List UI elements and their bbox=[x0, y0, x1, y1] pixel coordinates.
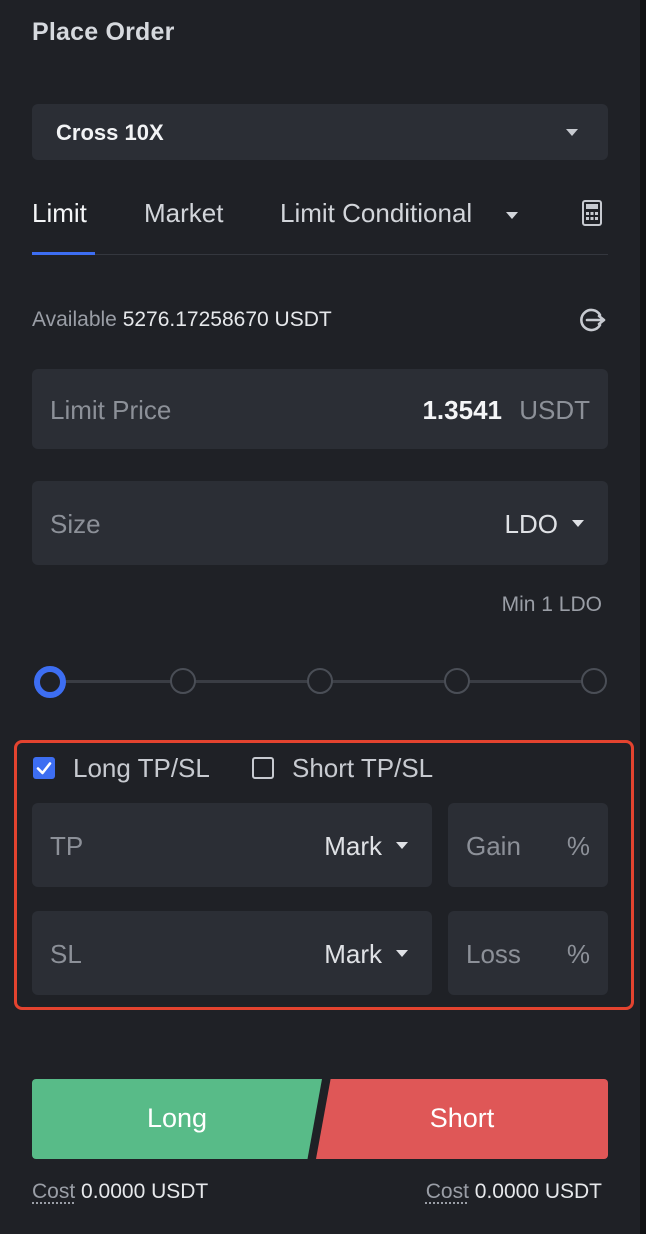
panel-divider bbox=[640, 0, 646, 1234]
transfer-icon[interactable] bbox=[578, 306, 606, 334]
sl-placeholder: SL bbox=[50, 939, 82, 969]
place-order-panel: Place Order Cross 10X Limit Market Limit… bbox=[0, 0, 640, 1234]
slider-thumb[interactable] bbox=[34, 666, 66, 698]
loss-percent-input[interactable]: Loss % bbox=[448, 911, 608, 995]
stop-loss-input[interactable]: SL Mark bbox=[32, 911, 432, 995]
tab-market[interactable]: Market bbox=[144, 198, 223, 229]
slider-step-75[interactable] bbox=[444, 668, 470, 694]
checkmark-icon bbox=[36, 762, 52, 775]
short-cost-value: 0.0000 USDT bbox=[474, 1180, 602, 1203]
panel-title: Place Order bbox=[32, 18, 175, 46]
chevron-down-icon[interactable] bbox=[572, 520, 584, 527]
chevron-down-icon[interactable] bbox=[506, 212, 518, 219]
size-input[interactable]: Size LDO bbox=[32, 481, 608, 565]
order-type-tabs: Limit Market Limit Conditional bbox=[32, 180, 608, 255]
calculator-icon[interactable] bbox=[582, 200, 602, 226]
long-tpsl-checkbox[interactable] bbox=[33, 757, 55, 779]
loss-unit: % bbox=[566, 939, 590, 969]
size-slider[interactable] bbox=[34, 664, 608, 698]
slider-step-100[interactable] bbox=[581, 668, 607, 694]
slider-step-25[interactable] bbox=[170, 668, 196, 694]
sl-trigger-select[interactable]: Mark bbox=[324, 939, 382, 970]
slider-step-50[interactable] bbox=[307, 668, 333, 694]
long-button[interactable]: Long bbox=[32, 1079, 322, 1159]
size-placeholder: Size bbox=[50, 509, 101, 539]
long-cost-label[interactable]: Cost bbox=[32, 1180, 75, 1203]
take-profit-input[interactable]: TP Mark bbox=[32, 803, 432, 887]
chevron-down-icon bbox=[566, 129, 578, 136]
long-cost: Cost 0.0000 USDT bbox=[32, 1180, 208, 1204]
available-currency: USDT bbox=[274, 308, 332, 331]
chevron-down-icon[interactable] bbox=[396, 950, 408, 957]
tab-limit-conditional[interactable]: Limit Conditional bbox=[280, 198, 472, 229]
long-cost-value: 0.0000 USDT bbox=[81, 1180, 209, 1203]
long-tpsl-label[interactable]: Long TP/SL bbox=[73, 753, 210, 784]
limit-price-input[interactable]: Limit Price 1.3541 USDT bbox=[32, 369, 608, 449]
limit-price-value: 1.3541 bbox=[422, 395, 502, 425]
short-tpsl-label[interactable]: Short TP/SL bbox=[292, 753, 433, 784]
margin-mode-select[interactable]: Cross 10X bbox=[32, 104, 608, 160]
short-cost: Cost 0.0000 USDT bbox=[426, 1180, 602, 1204]
limit-price-unit: USDT bbox=[519, 395, 590, 425]
tab-limit[interactable]: Limit bbox=[32, 198, 87, 229]
min-size-note: Min 1 LDO bbox=[501, 593, 602, 616]
gain-unit: % bbox=[566, 831, 590, 861]
short-tpsl-checkbox[interactable] bbox=[252, 757, 274, 779]
margin-mode-label: Cross 10X bbox=[56, 120, 164, 145]
tp-placeholder: TP bbox=[50, 831, 84, 861]
long-button-label: Long bbox=[146, 1103, 208, 1133]
gain-placeholder: Gain bbox=[466, 831, 521, 861]
available-balance: Available 5276.17258670 USDT bbox=[32, 308, 332, 332]
short-cost-label[interactable]: Cost bbox=[426, 1180, 469, 1203]
short-button-label: Short bbox=[429, 1103, 495, 1133]
available-amount: 5276.17258670 bbox=[122, 308, 269, 331]
gain-percent-input[interactable]: Gain % bbox=[448, 803, 608, 887]
short-button[interactable]: Short bbox=[316, 1079, 608, 1159]
size-unit-select[interactable]: LDO bbox=[505, 509, 558, 540]
loss-placeholder: Loss bbox=[466, 939, 521, 969]
limit-price-placeholder: Limit Price bbox=[50, 395, 172, 425]
available-label: Available bbox=[32, 308, 117, 331]
active-tab-indicator bbox=[32, 252, 95, 255]
tp-trigger-select[interactable]: Mark bbox=[324, 831, 382, 862]
chevron-down-icon[interactable] bbox=[396, 842, 408, 849]
